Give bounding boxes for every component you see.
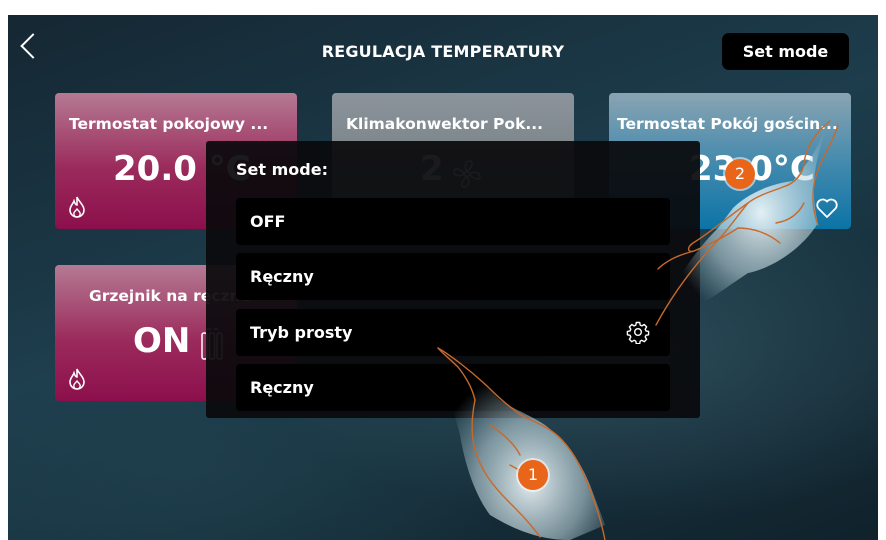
mode-option-label: Tryb prosty [250, 323, 353, 342]
set-mode-dialog: Set mode: OFF Ręczny Tryb prosty Ręczny [206, 141, 700, 418]
mode-option-reczny-2[interactable]: Ręczny [236, 364, 670, 411]
set-mode-button[interactable]: Set mode [722, 33, 849, 70]
step-marker-2: 2 [725, 159, 755, 189]
heart-icon[interactable] [815, 197, 839, 219]
thermostat-screen: REGULACJA TEMPERATURY Set mode Termostat… [8, 15, 878, 540]
tile-name: Termostat Pokój gościn... [617, 115, 838, 133]
mode-option-label: OFF [250, 212, 286, 231]
tile-status: ON [133, 321, 191, 361]
mode-option-label: Ręczny [250, 378, 314, 397]
flame-icon [69, 196, 85, 218]
tile-name: Termostat pokojowy ... [69, 115, 269, 133]
gear-icon[interactable] [626, 320, 650, 344]
mode-option-off[interactable]: OFF [236, 198, 670, 245]
tile-name: Klimakonwektor Pok... [346, 115, 544, 133]
flame-icon [69, 368, 85, 390]
dialog-title: Set mode: [236, 160, 328, 179]
mode-option-tryb-prosty[interactable]: Tryb prosty [236, 309, 670, 356]
mode-option-label: Ręczny [250, 267, 314, 286]
step-marker-1: 1 [518, 460, 548, 490]
mode-option-reczny[interactable]: Ręczny [236, 253, 670, 300]
